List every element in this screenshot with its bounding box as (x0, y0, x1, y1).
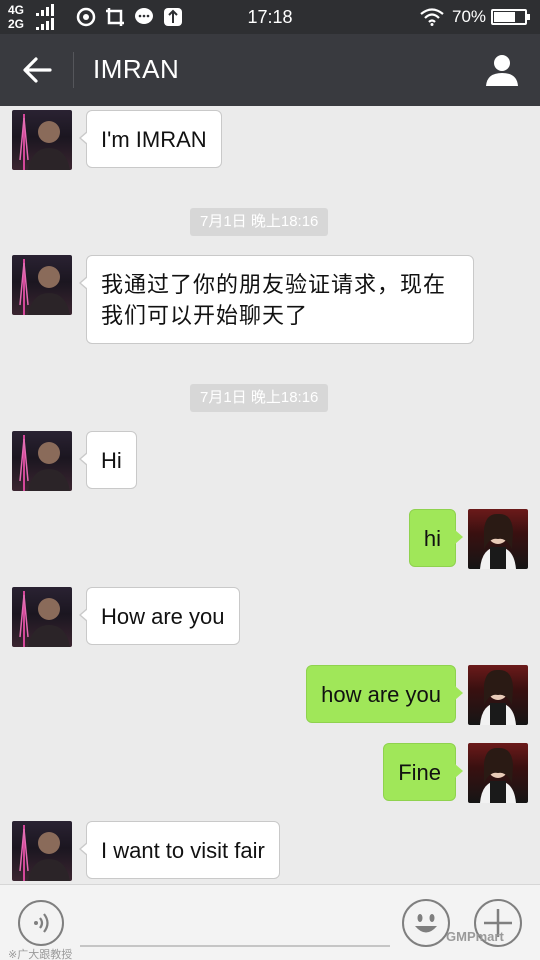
chat-header: IMRAN (0, 34, 540, 106)
contact-avatar[interactable] (12, 821, 72, 881)
message-bubble-outgoing[interactable]: how are you (306, 665, 463, 723)
battery-percent: 70% (452, 7, 487, 26)
watermark-right: GMPmart (446, 929, 504, 944)
message-bubble-outgoing[interactable]: hi (408, 509, 464, 567)
message-bubble-outgoing[interactable]: Fine (383, 743, 463, 801)
message-timestamp: 7月1日 晚上18:16 (190, 208, 329, 236)
contact-avatar[interactable] (12, 431, 72, 491)
watermark-left: ※广大跟教授 (8, 949, 73, 960)
chat-title: IMRAN (93, 54, 180, 84)
message-bubble-incoming[interactable]: I'm IMRAN (79, 110, 222, 168)
contact-avatar[interactable] (12, 255, 72, 315)
contact-avatar[interactable] (12, 587, 72, 647)
person-icon[interactable] (484, 52, 520, 88)
arrow-left-icon[interactable] (20, 52, 54, 88)
message-input[interactable] (80, 945, 390, 947)
my-avatar[interactable] (468, 665, 528, 725)
input-bar (0, 884, 540, 960)
wifi-icon (420, 8, 444, 26)
header-divider (73, 52, 74, 88)
battery-fill (494, 12, 515, 22)
my-avatar[interactable] (468, 509, 528, 569)
my-avatar[interactable] (468, 743, 528, 803)
smiley-icon[interactable] (402, 899, 450, 947)
battery-icon (491, 9, 530, 25)
message-bubble-incoming[interactable]: 我通过了你的朋友验证请求，现在我们可以开始聊天了 (79, 255, 474, 344)
voice-icon[interactable] (18, 900, 64, 946)
message-bubble-incoming[interactable]: Hi (79, 431, 137, 489)
message-bubble-incoming[interactable]: How are you (79, 587, 240, 645)
status-bar: 4G 2G 17:18 70% (0, 0, 540, 34)
message-timestamp: 7月1日 晚上18:16 (190, 384, 329, 412)
message-bubble-incoming[interactable]: I want to visit fair (79, 821, 280, 879)
contact-avatar[interactable] (12, 110, 72, 170)
